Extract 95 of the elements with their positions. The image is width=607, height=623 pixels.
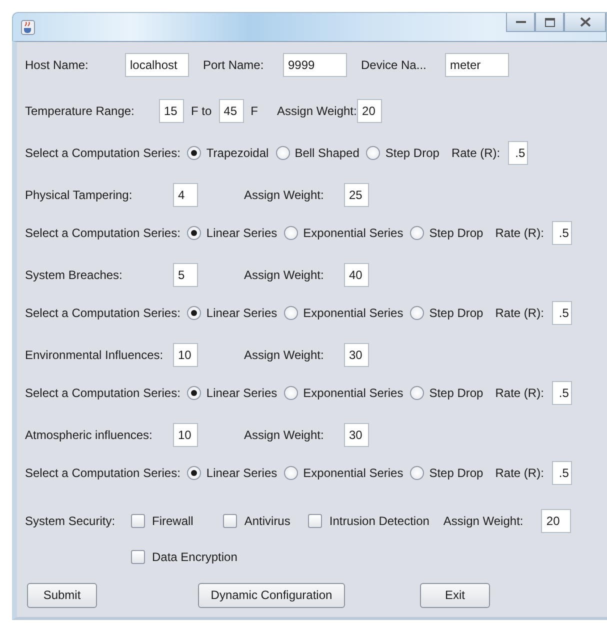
input-field[interactable]: 40 xyxy=(344,263,369,287)
input-field[interactable]: 5 xyxy=(173,263,198,287)
field-label: Assign Weight: xyxy=(244,348,325,362)
radio-label[interactable]: Exponential Series xyxy=(303,226,404,240)
field-label: Rate (R): xyxy=(451,146,500,160)
field-label: Assign Weight: xyxy=(244,428,325,442)
input-field[interactable]: 10 xyxy=(173,423,198,447)
minimize-button[interactable] xyxy=(506,13,535,32)
input-field[interactable]: meter xyxy=(445,53,509,77)
input-field[interactable]: .5 xyxy=(508,141,528,165)
input-field[interactable]: 30 xyxy=(344,423,369,447)
field-label: Assign Weight: xyxy=(277,104,358,118)
field-label: Host Name: xyxy=(25,58,90,72)
radio-button[interactable] xyxy=(187,226,202,240)
field-label: Select a Computation Series: xyxy=(25,386,180,400)
input-field[interactable]: 45 xyxy=(218,99,244,123)
checkbox-label[interactable]: Antivirus xyxy=(244,514,290,528)
field-label: Device Na... xyxy=(361,58,428,72)
radio-label[interactable]: Exponential Series xyxy=(303,306,404,320)
radio-button[interactable] xyxy=(410,226,424,240)
maximize-button[interactable] xyxy=(535,13,564,32)
radio-button[interactable] xyxy=(187,386,202,400)
radio-button[interactable] xyxy=(410,386,424,400)
field-label: Assign Weight: xyxy=(244,188,325,202)
input-field[interactable]: localhost xyxy=(125,53,189,77)
field-label: Select a Computation Series: xyxy=(25,306,180,320)
field-label: Atmospheric influences: xyxy=(25,428,154,442)
field-label: Temperature Range: xyxy=(25,104,136,118)
unit-label: F to xyxy=(191,104,212,118)
cup-icon xyxy=(21,20,35,34)
radio-label[interactable]: Bell Shaped xyxy=(294,146,360,160)
field-label: Select a Computation Series: xyxy=(25,226,180,240)
radio-label[interactable]: Linear Series xyxy=(206,466,278,480)
radio-button[interactable] xyxy=(187,146,202,160)
radio-button[interactable] xyxy=(410,466,424,480)
input-field[interactable]: 15 xyxy=(159,99,184,123)
maximize-icon xyxy=(544,18,554,26)
radio-button[interactable] xyxy=(366,146,380,160)
checkbox[interactable] xyxy=(223,514,238,528)
field-label: Assign Weight: xyxy=(244,268,325,282)
input-field[interactable]: 30 xyxy=(344,343,369,367)
field-label: Environmental Influences: xyxy=(25,348,164,362)
radio-label[interactable]: Linear Series xyxy=(206,226,278,240)
checkbox-label[interactable]: Intrusion Detection xyxy=(329,514,430,528)
input-field[interactable]: 4 xyxy=(173,183,198,207)
push-button[interactable]: Exit xyxy=(420,582,490,608)
input-field[interactable]: 20 xyxy=(541,509,572,533)
radio-button[interactable] xyxy=(187,306,202,320)
field-label: System Security: xyxy=(25,514,116,528)
radio-label[interactable]: Exponential Series xyxy=(303,466,404,480)
radio-button[interactable] xyxy=(187,466,202,480)
unit-label: F xyxy=(250,104,258,118)
input-field[interactable]: 9999 xyxy=(283,53,347,77)
field-label: System Breaches: xyxy=(25,268,124,282)
input-field[interactable]: 10 xyxy=(173,343,198,367)
radio-button[interactable] xyxy=(284,306,298,320)
radio-button[interactable] xyxy=(410,306,424,320)
field-label: Select a Computation Series: xyxy=(25,466,180,480)
radio-label[interactable]: Step Drop xyxy=(385,146,440,160)
close-icon xyxy=(580,17,590,27)
checkbox[interactable] xyxy=(131,550,145,564)
radio-label[interactable]: Linear Series xyxy=(206,386,278,400)
checkbox-label[interactable]: Firewall xyxy=(152,514,194,528)
radio-button[interactable] xyxy=(284,386,298,400)
radio-button[interactable] xyxy=(276,146,290,160)
input-field[interactable]: 25 xyxy=(344,183,369,207)
radio-label[interactable]: Step Drop xyxy=(429,386,484,400)
radio-label[interactable]: Trapezoidal xyxy=(206,146,269,160)
input-field[interactable]: .5 xyxy=(552,301,572,325)
radio-label[interactable]: Step Drop xyxy=(429,306,484,320)
checkbox[interactable] xyxy=(308,514,322,528)
push-button[interactable]: Dynamic Configuration xyxy=(198,582,345,608)
radio-label[interactable]: Step Drop xyxy=(429,226,484,240)
input-field[interactable]: 20 xyxy=(357,99,382,123)
field-label: Select a Computation Series: xyxy=(25,146,180,160)
radio-label[interactable]: Exponential Series xyxy=(303,386,404,400)
radio-label[interactable]: Step Drop xyxy=(429,466,484,480)
field-label: Rate (R): xyxy=(495,226,544,240)
field-label: Physical Tampering: xyxy=(25,188,134,202)
field-label: Rate (R): xyxy=(495,386,544,400)
radio-button[interactable] xyxy=(284,226,298,240)
checkbox-label[interactable]: Data Encryption xyxy=(152,550,238,564)
field-label: Rate (R): xyxy=(495,466,544,480)
input-field[interactable]: .5 xyxy=(552,221,572,245)
input-field[interactable]: .5 xyxy=(552,381,572,405)
checkbox[interactable] xyxy=(131,514,145,528)
close-button[interactable] xyxy=(564,13,606,32)
minimize-icon xyxy=(516,20,526,24)
push-button[interactable]: Submit xyxy=(27,582,97,608)
radio-label[interactable]: Linear Series xyxy=(206,306,278,320)
field-label: Port Name: xyxy=(203,58,265,72)
field-label: Rate (R): xyxy=(495,306,544,320)
radio-button[interactable] xyxy=(284,466,298,480)
field-label: Assign Weight: xyxy=(443,514,524,528)
input-field[interactable]: .5 xyxy=(552,461,572,485)
